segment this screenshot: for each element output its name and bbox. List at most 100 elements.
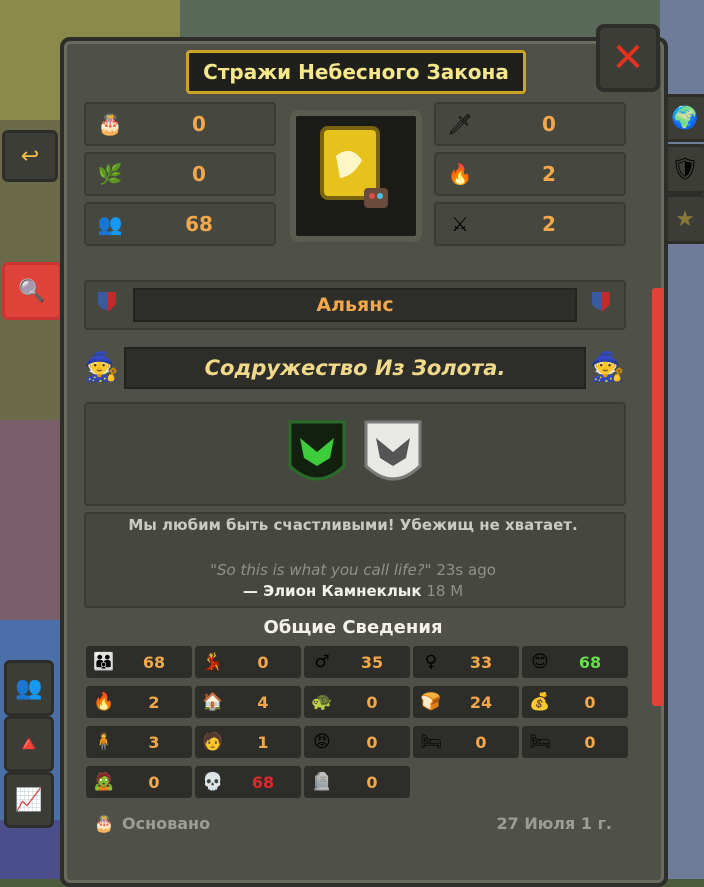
army-icon: ⚔ [451,212,469,236]
stat-cell-value: 68 [142,652,166,672]
stat-renown: 🌿 0 [84,152,276,196]
citizens-icon: 👥 [15,675,43,701]
favorite-button[interactable]: ★ [662,194,704,244]
stat-value: 68 [185,212,213,236]
wizard-left-icon: 🧙 [84,350,119,383]
stat-cell[interactable]: 🐢 0 [304,686,410,718]
star-icon: ★ [675,206,695,232]
stat-kills: 🗡 0 [434,102,626,146]
back-arrow-icon: ↩ [20,143,40,169]
kingdoms-button[interactable]: 🛡 [662,144,704,194]
stat-cell[interactable]: 💀 68 [195,766,301,798]
fire-icon: 🔥 [93,692,115,712]
stat-cell[interactable]: 🏠 4 [195,686,301,718]
stat-cell[interactable]: 👪 68 [86,646,192,678]
back-button[interactable]: ↩ [2,130,58,182]
stat-cell[interactable]: ♀ 33 [413,646,519,678]
stat-cell[interactable]: 🛏 0 [413,726,519,758]
culture-name[interactable]: Содружество Из Золота. [124,347,586,389]
stat-cell-value: 1 [257,732,269,752]
chart-button[interactable]: 📈 [4,772,54,828]
happy-icon: 😊 [531,652,549,672]
house-icon: 🏠 [202,692,224,712]
stat-population: 👥 68 [84,202,276,246]
close-icon: ✕ [611,35,645,81]
stat-age: 🎂 0 [84,102,276,146]
bed2-icon: 🛏 [529,732,551,752]
stat-cell[interactable]: 💃 0 [195,646,301,678]
stat-cell[interactable]: 🛏 0 [522,726,628,758]
stat-cell-value: 3 [148,732,160,752]
stat-cell-value: 4 [257,692,269,712]
close-button[interactable]: ✕ [596,24,660,92]
founded-label: Основано [122,814,211,833]
shields-icon: 🛡 [671,156,699,182]
pyramid-icon: 🔺 [15,731,43,757]
stat-cell[interactable]: 🔥 2 [86,686,192,718]
last-quote: "So this is what you call life?" 23s ago [84,561,622,579]
stat-value: 0 [542,112,556,136]
stat-cell-value: 0 [257,652,269,672]
general-info-title: Общие Сведения [263,617,443,638]
dancer-icon: 💃 [202,652,224,672]
worker-icon: 🧍 [93,732,115,752]
quote-author[interactable]: — Элион Камнеклык 18 M [84,582,622,600]
founded-row: 🎂 Основано 27 Июля 1 г. [84,814,622,836]
stat-cell[interactable]: 🍞 24 [413,686,519,718]
sword-icon: 🗡 [447,112,473,136]
fire-icon: 🔥 [447,162,473,186]
stat-cell-value: 2 [148,692,160,712]
pyramid-button[interactable]: 🔺 [4,716,54,772]
stat-armies: ⚔ 2 [434,202,626,246]
stat-cell-value: 35 [360,652,384,672]
stat-cell[interactable]: 🪦 0 [304,766,410,798]
alliance-name[interactable]: Альянс [133,288,577,322]
wizard-right-icon: 🧙 [590,350,625,383]
stat-cell-value: 0 [366,732,378,752]
globe-icon: 🌍 [671,105,699,131]
magnifier-icon: 🔍 [18,278,46,304]
inspect-button[interactable]: 🔍 [2,262,62,320]
chart-icon: 📈 [15,787,43,813]
grave-icon: 🪦 [311,772,333,792]
quote-text: "So this is what you call life?" [210,561,432,579]
stat-value: 0 [192,162,206,186]
kingdom-banner[interactable] [290,110,422,242]
founded-icon: 🎂 [94,814,114,833]
white-bird-shield-icon [364,420,422,481]
stat-cell[interactable]: 😊 68 [522,646,628,678]
green-bird-shield-icon [288,420,346,481]
male-icon: ♂ [314,652,330,672]
kingdom-motto: Мы любим быть счастливыми! Убежищ не хва… [128,516,578,534]
angry-icon: 😡 [313,732,331,752]
people-icon: 👪 [93,652,115,672]
quote-time: 23s ago [436,561,496,579]
farmer-icon: 🧑 [202,732,224,752]
turtle-icon: 🐢 [311,692,333,712]
stat-cities: 🔥 2 [434,152,626,196]
zombie-icon: 🧟 [93,772,115,792]
stat-cell[interactable]: 🧟 0 [86,766,192,798]
kingdom-title: Стражи Небесного Закона [186,50,526,94]
citizens-button[interactable]: 👥 [4,660,54,716]
bed-icon: 🛏 [420,732,442,752]
stat-cell-value: 33 [469,652,493,672]
shield-emblem-icon [320,126,388,208]
author-age: 18 M [426,582,464,600]
world-button[interactable]: 🌍 [662,94,704,142]
stat-value: 0 [192,112,206,136]
stat-cell-value: 0 [366,772,378,792]
stat-value: 2 [542,162,556,186]
scrollbar[interactable] [652,288,664,706]
alliance-shield-right-icon [592,292,610,312]
stat-cell[interactable]: ♂ 35 [304,646,410,678]
stat-cell-value: 0 [584,732,596,752]
stat-cell[interactable]: 💰 0 [522,686,628,718]
heraldry-section [84,402,626,506]
stat-cell[interactable]: 🧑 1 [195,726,301,758]
stat-cell[interactable]: 🧍 3 [86,726,192,758]
population-icon: 👥 [97,212,123,236]
cake-icon: 🎂 [97,112,123,136]
stat-cell[interactable]: 😡 0 [304,726,410,758]
laurel-icon: 🌿 [97,162,123,186]
